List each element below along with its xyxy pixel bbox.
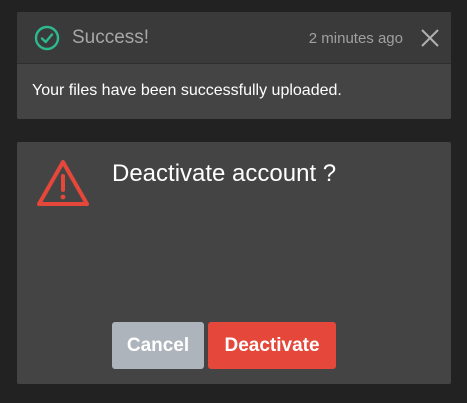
check-circle-icon xyxy=(34,25,60,51)
close-icon[interactable] xyxy=(419,27,441,49)
toast-header: Success! 2 minutes ago xyxy=(17,12,451,64)
toast-title: Success! xyxy=(72,27,150,48)
cancel-button[interactable]: Cancel xyxy=(112,322,204,369)
dialog-title: Deactivate account ? xyxy=(112,160,337,187)
warning-triangle-icon xyxy=(37,160,89,206)
deactivate-dialog: Deactivate account ? Cancel Deactivate xyxy=(17,142,451,384)
deactivate-button[interactable]: Deactivate xyxy=(208,322,336,369)
success-toast: Success! 2 minutes ago Your files have b… xyxy=(17,12,451,119)
toast-timestamp: 2 minutes ago xyxy=(308,30,403,47)
toast-message: Your files have been successfully upload… xyxy=(32,82,342,99)
